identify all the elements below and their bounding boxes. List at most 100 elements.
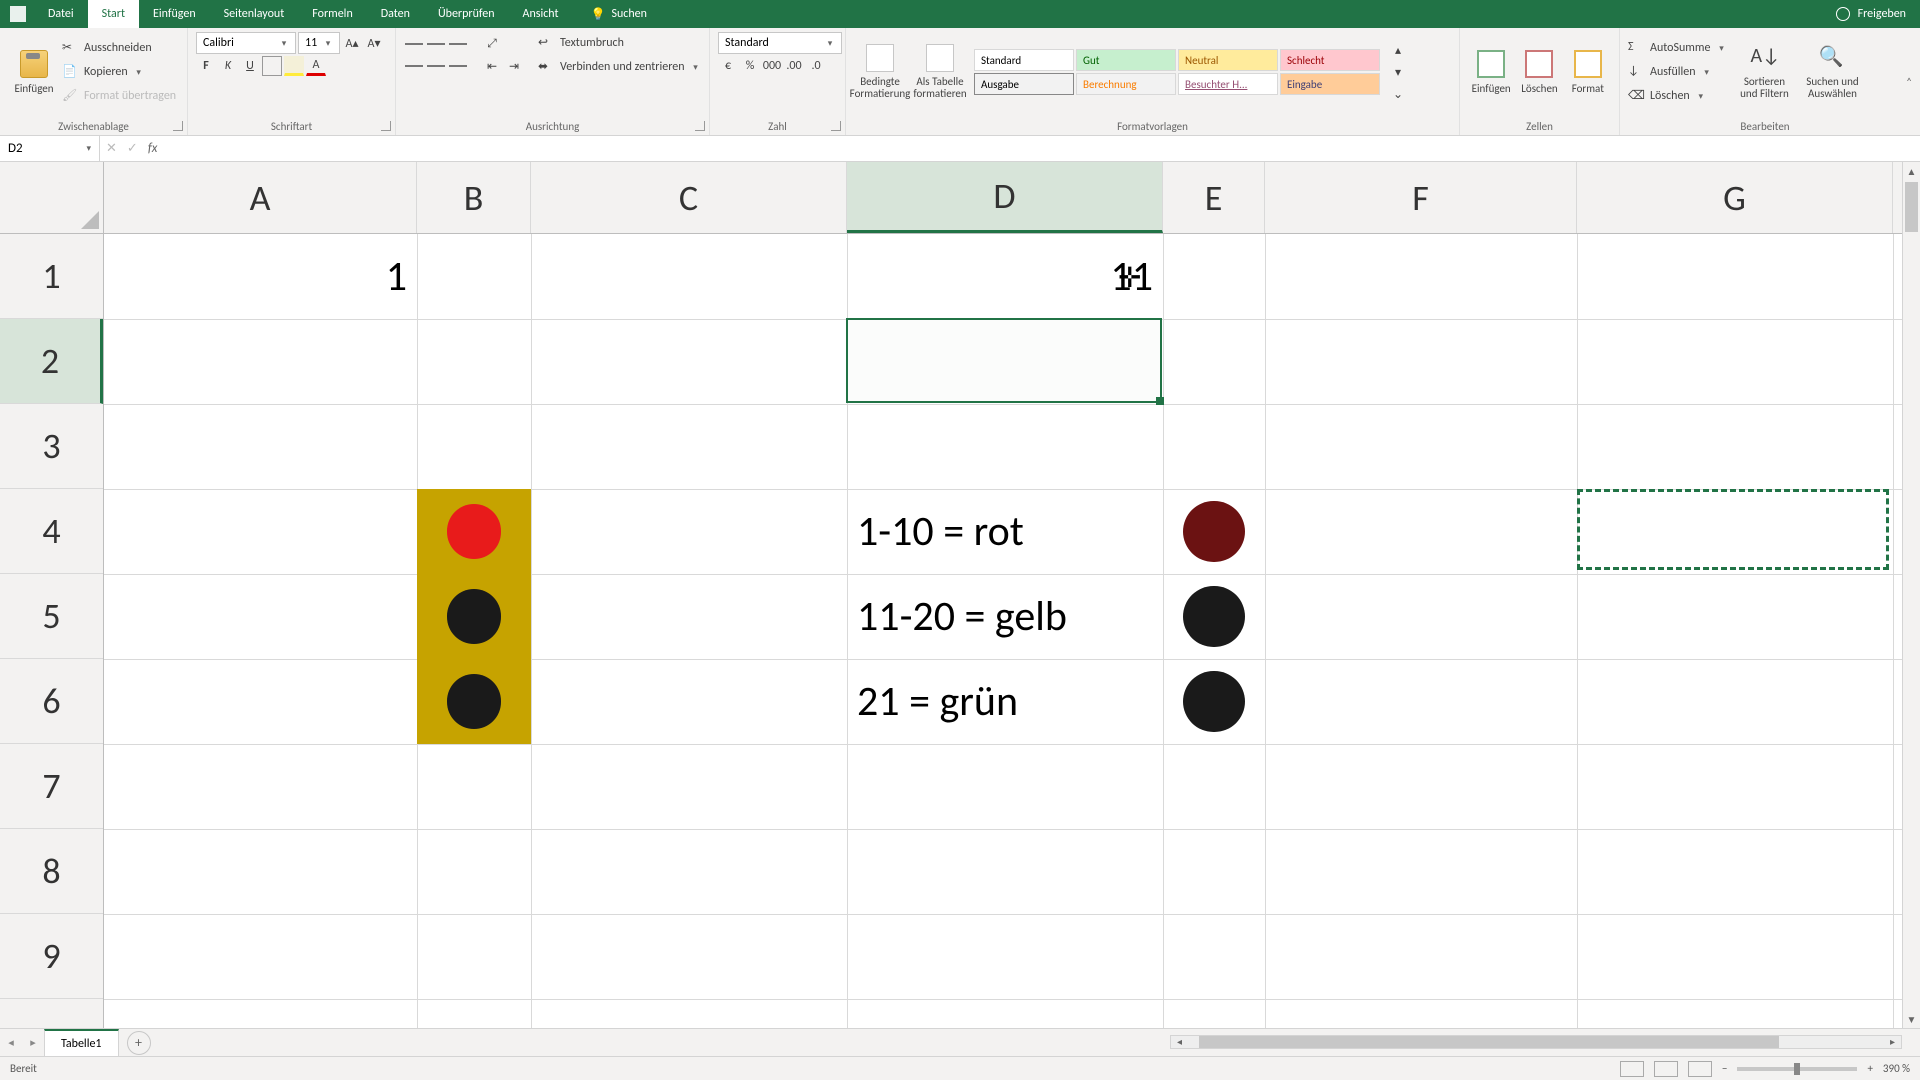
row-header-6[interactable]: 6 (0, 659, 103, 744)
wrap-text-button[interactable]: ↩Textumbruch (538, 32, 701, 54)
tab-nav-first[interactable]: ◂ (0, 1036, 22, 1049)
underline-button[interactable]: U (240, 56, 260, 76)
zoom-value[interactable]: 390 % (1883, 1062, 1910, 1075)
autosum-button[interactable]: ΣAutoSumme▾ (1628, 37, 1726, 59)
clear-button[interactable]: ⌫Löschen▾ (1628, 85, 1726, 107)
col-header-D[interactable]: D (847, 162, 1163, 233)
tab-review[interactable]: Überprüfen (424, 0, 509, 28)
tab-insert[interactable]: Einfügen (139, 0, 210, 28)
view-pagebreak-button[interactable] (1688, 1061, 1712, 1077)
font-color-button[interactable]: A (306, 56, 326, 76)
style-gut[interactable]: Gut (1076, 49, 1176, 71)
find-select-button[interactable]: 🔍Suchen und Auswählen (1802, 32, 1862, 112)
conditional-formatting-button[interactable]: Bedingte Formatierung (854, 32, 906, 112)
increase-indent-button[interactable]: ⇥ (504, 56, 524, 76)
merge-center-button[interactable]: ⬌Verbinden und zentrieren▾ (538, 56, 701, 78)
tab-pagelayout[interactable]: Seitenlayout (210, 0, 299, 28)
fill-color-button[interactable] (284, 56, 304, 76)
scroll-thumb[interactable] (1905, 182, 1918, 232)
row-header-3[interactable]: 3 (0, 404, 103, 489)
cancel-formula-button[interactable]: ✕ (106, 141, 117, 156)
col-header-E[interactable]: E (1163, 162, 1265, 233)
format-cells-button[interactable]: Format (1565, 32, 1611, 112)
save-icon[interactable] (10, 6, 26, 22)
col-header-F[interactable]: F (1265, 162, 1577, 233)
delete-cells-button[interactable]: Löschen (1516, 32, 1562, 112)
formula-input[interactable] (163, 136, 1920, 161)
scroll-down-button[interactable]: ▼ (1903, 1010, 1920, 1028)
decrease-indent-button[interactable]: ⇤ (482, 56, 502, 76)
increase-font-button[interactable]: A▴ (342, 33, 362, 53)
style-schlecht[interactable]: Schlecht (1280, 49, 1380, 71)
tab-start[interactable]: Start (88, 0, 139, 28)
font-size-select[interactable]: 11▾ (298, 32, 340, 54)
styles-scroll-up[interactable]: ▴ (1388, 40, 1408, 60)
insert-function-button[interactable]: fx (148, 141, 158, 156)
view-pagelayout-button[interactable] (1654, 1061, 1678, 1077)
row-header-7[interactable]: 7 (0, 744, 103, 829)
row-header-2[interactable]: 2 (0, 319, 103, 404)
style-berechnung[interactable]: Berechnung (1076, 73, 1176, 95)
dialog-launcher-icon[interactable] (831, 121, 841, 131)
paste-button[interactable]: Einfügen (8, 32, 60, 112)
style-neutral[interactable]: Neutral (1178, 49, 1278, 71)
format-as-table-button[interactable]: Als Tabelle formatieren (914, 32, 966, 112)
bold-button[interactable]: F (196, 56, 216, 76)
font-name-select[interactable]: Calibri▾ (196, 32, 296, 54)
borders-button[interactable] (262, 56, 282, 76)
style-besuchter-link[interactable]: Besuchter H... (1178, 73, 1278, 95)
view-normal-button[interactable] (1620, 1061, 1644, 1077)
tab-view[interactable]: Ansicht (509, 0, 573, 28)
italic-button[interactable]: K (218, 56, 238, 76)
copy-button[interactable]: 📄Kopieren▾ (62, 61, 176, 83)
dialog-launcher-icon[interactable] (381, 121, 391, 131)
tab-data[interactable]: Daten (367, 0, 424, 28)
col-header-G[interactable]: G (1577, 162, 1893, 233)
increase-decimal-button[interactable]: .00 (784, 56, 804, 76)
style-eingabe[interactable]: Eingabe (1280, 73, 1380, 95)
styles-more[interactable]: ⌄ (1388, 84, 1408, 104)
percent-format-button[interactable]: % (740, 56, 760, 76)
select-all-corner[interactable] (0, 162, 104, 234)
tab-formulas[interactable]: Formeln (298, 0, 366, 28)
cut-button[interactable]: ✂Ausschneiden (62, 37, 176, 59)
accounting-format-button[interactable]: € (718, 56, 738, 76)
collapse-ribbon-button[interactable]: ˄ (1906, 75, 1912, 88)
fill-button[interactable]: ↓Ausfüllen▾ (1628, 61, 1726, 83)
decrease-font-button[interactable]: A▾ (364, 33, 384, 53)
row-header-4[interactable]: 4 (0, 489, 103, 574)
zoom-in-button[interactable]: + (1867, 1062, 1872, 1075)
cell-D6[interactable]: 21 = grün (847, 659, 1163, 744)
col-header-C[interactable]: C (531, 162, 847, 233)
name-box[interactable]: D2▾ (0, 136, 100, 161)
tell-me-search[interactable]: 💡 Suchen (591, 0, 647, 28)
zoom-slider[interactable] (1737, 1067, 1857, 1071)
decrease-decimal-button[interactable]: .0 (806, 56, 826, 76)
style-ausgabe[interactable]: Ausgabe (974, 73, 1074, 95)
cell-A1[interactable]: 1 (104, 234, 417, 319)
share-button[interactable]: Freigeben (1858, 7, 1906, 21)
row-header-8[interactable]: 8 (0, 829, 103, 914)
number-format-select[interactable]: Standard▾ (718, 32, 842, 54)
row-header-5[interactable]: 5 (0, 574, 103, 659)
hscroll-thumb[interactable] (1199, 1036, 1779, 1048)
sort-filter-button[interactable]: A↓Sortieren und Filtern (1734, 32, 1794, 112)
add-sheet-button[interactable]: + (127, 1031, 151, 1055)
row-headers[interactable]: 123456789 (0, 234, 104, 1028)
sheet-tab-tabelle1[interactable]: Tabelle1 (44, 1029, 119, 1056)
cell-styles-gallery[interactable]: Standard Gut Neutral Schlecht Ausgabe Be… (974, 49, 1380, 95)
dialog-launcher-icon[interactable] (695, 121, 705, 131)
styles-scroll-down[interactable]: ▾ (1388, 62, 1408, 82)
horizontal-scrollbar[interactable]: ◂ ▸ (1170, 1035, 1902, 1049)
enter-formula-button[interactable]: ✓ (127, 141, 138, 156)
style-standard[interactable]: Standard (974, 49, 1074, 71)
zoom-out-button[interactable]: − (1722, 1062, 1727, 1075)
col-header-A[interactable]: A (104, 162, 417, 233)
horizontal-align-buttons[interactable] (404, 56, 468, 76)
column-headers[interactable]: ABCDEFG (104, 162, 1902, 234)
comma-format-button[interactable]: 000 (762, 56, 782, 76)
cell-D1[interactable]: 11 (847, 234, 1163, 319)
cell-grid[interactable]: 1111-10 = rot11-20 = gelb21 = grün✛ (104, 234, 1902, 1028)
tab-file[interactable]: Datei (34, 0, 88, 28)
insert-cells-button[interactable]: Einfügen (1468, 32, 1514, 112)
